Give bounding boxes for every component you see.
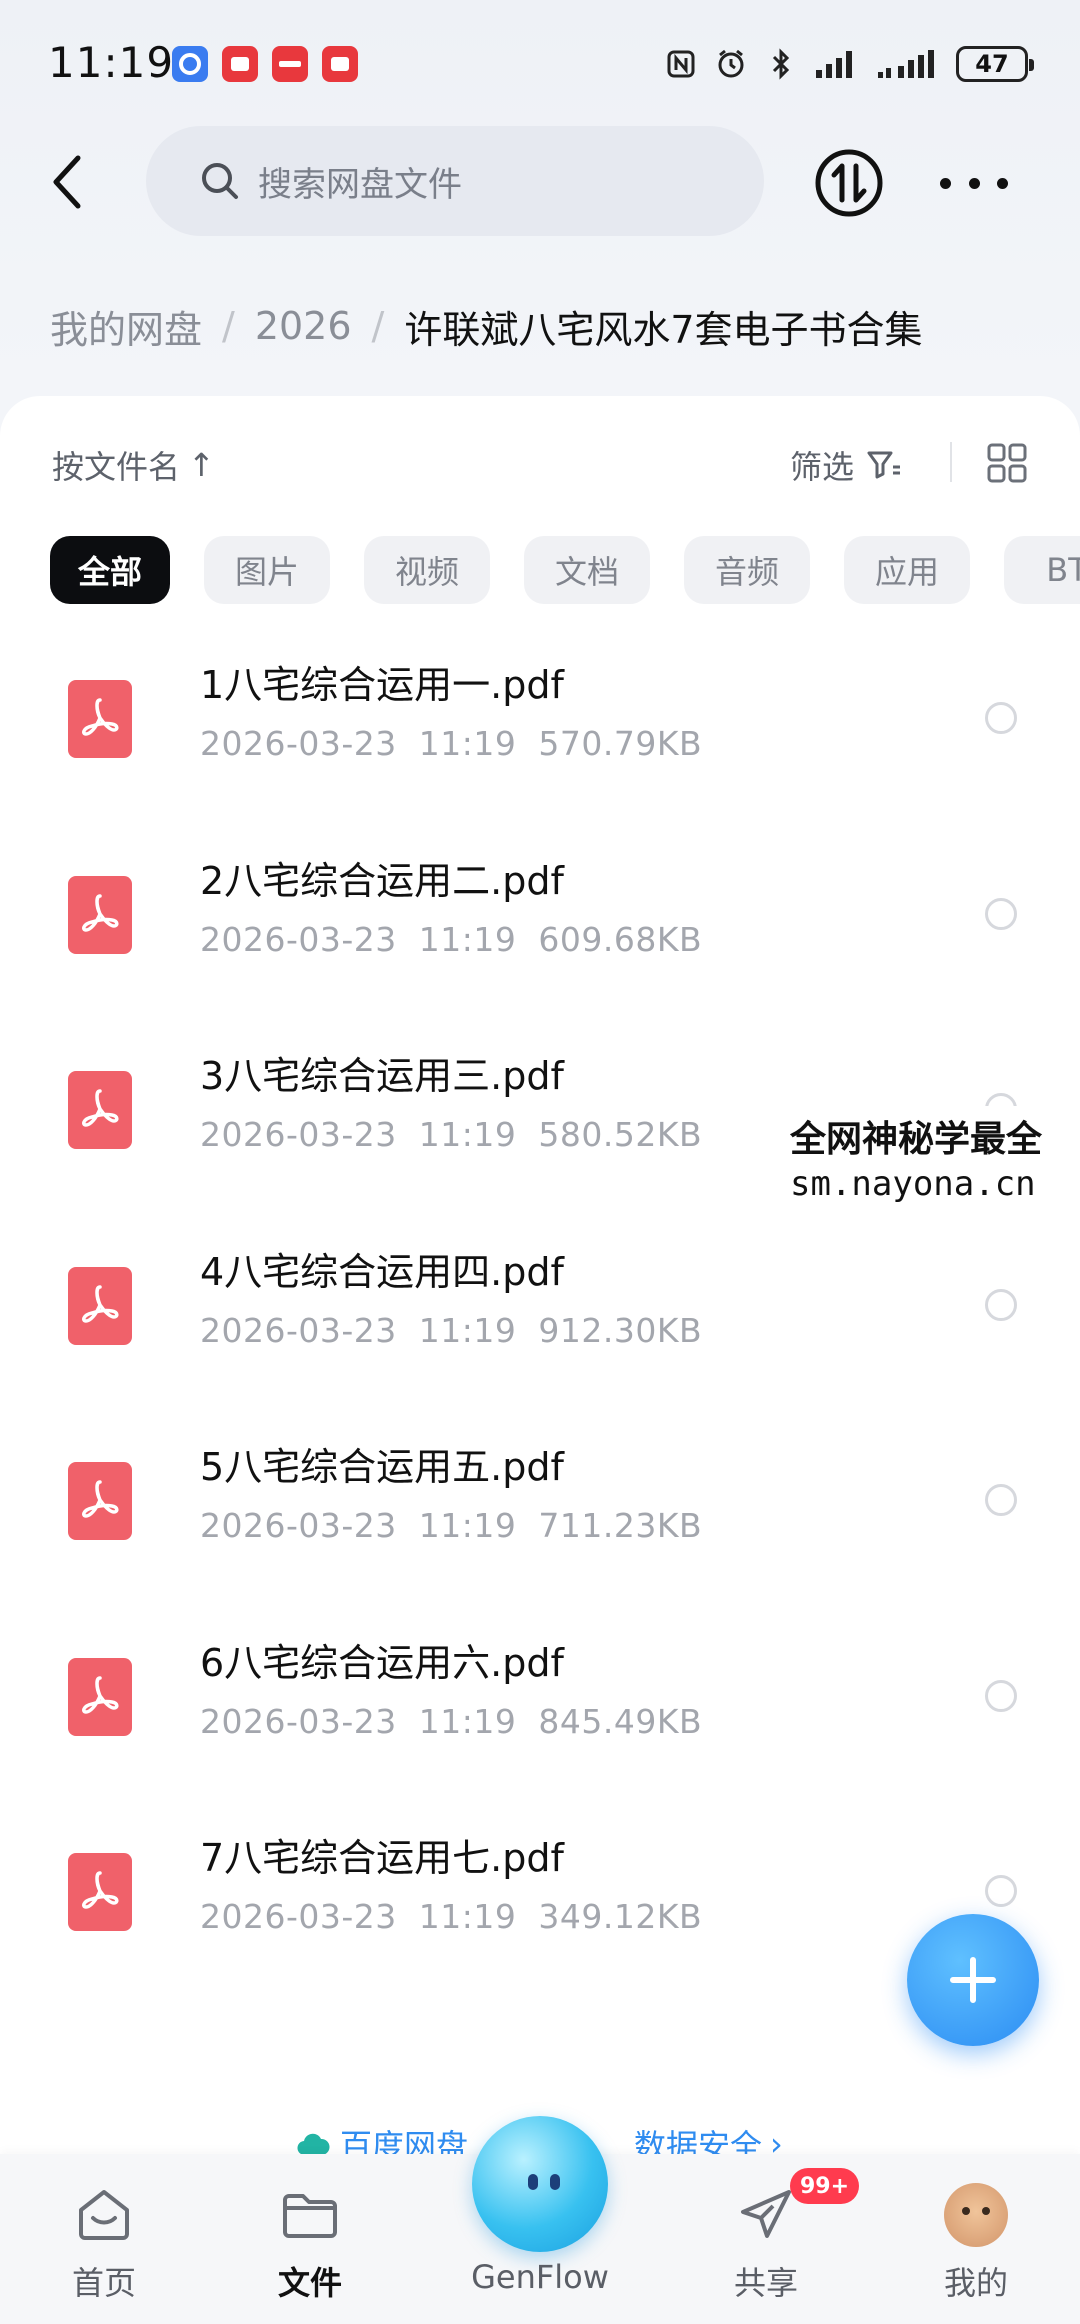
file-panel: 按文件名 ↑ 筛选 全部 图片 视频 文档 音频 应用 BT 1八宅综合运用一.pdf 20… [0,396,1080,2156]
tab-apps[interactable]: 应用 [844,536,971,604]
grid-icon [987,443,1027,483]
file-meta: 2026-03-23 11:19 845.49KB [200,1701,703,1741]
pdf-file-icon [68,1266,132,1345]
pdf-file-icon [68,875,132,954]
sort-label: 按文件名 [52,448,181,486]
file-meta: 2026-03-23 11:19 711.23KB [200,1506,703,1545]
nav-label: 共享 [733,2264,798,2302]
pdf-file-icon [68,1853,132,1931]
filter-button[interactable]: 筛选 [790,442,902,488]
bluetooth-icon [764,47,798,81]
file-meta: 2026-03-23 11:19 912.30KB [200,1310,703,1350]
xiaohongshu-icon [272,46,308,82]
qq-icon [172,46,208,82]
file-list: 1八宅综合运用一.pdf 2026-03-23 11:19 570.79KB 2… [0,632,1080,2001]
select-checkbox[interactable] [985,702,1017,734]
pdf-file-icon [68,1657,132,1736]
breadcrumb-item-root[interactable]: 我的网盘 [50,299,202,354]
list-item[interactable]: 4八宅综合运用四.pdf 2026-03-23 11:19 912.30KB [0,1219,1080,1415]
chevron-left-icon [53,155,81,209]
list-item[interactable]: 5八宅综合运用五.pdf 2026-03-23 11:19 711.23KB [0,1414,1080,1610]
watermark-overlay: 全网神秘学最全 sm.nayona.cn [782,1106,1080,1214]
back-button[interactable] [36,150,100,214]
nav-label: GenFlow [471,2258,609,2296]
breadcrumb-separator: / [371,304,385,348]
file-name: 7八宅综合运用七.pdf [200,1836,564,1880]
tab-images[interactable]: 图片 [204,536,331,604]
sort-button[interactable]: 按文件名 ↑ [52,442,215,488]
file-name: 4八宅综合运用四.pdf [200,1249,564,1294]
tab-audio[interactable]: 音频 [684,536,811,604]
nav-genflow[interactable]: GenFlow [460,2154,620,2324]
select-checkbox[interactable] [985,1288,1017,1321]
plus-icon [950,1957,996,2003]
file-name: 6八宅综合运用六.pdf [200,1640,564,1685]
folder-icon [277,2182,343,2248]
file-name: 2八宅综合运用二.pdf [200,858,564,903]
battery-indicator: 47 [956,46,1034,82]
send-icon [733,2182,799,2248]
filter-icon [867,451,901,479]
toolbar-divider [950,442,952,482]
file-meta: 2026-03-23 11:19 570.79KB [200,724,703,763]
add-button[interactable] [907,1914,1039,2046]
file-meta: 2026-03-23 11:19 580.52KB [200,1115,703,1154]
transfer-icon [815,149,883,217]
nav-profile[interactable]: 我的 [896,2154,1056,2324]
nav-home[interactable]: 首页 [24,2154,184,2324]
file-name: 3八宅综合运用三.pdf [200,1054,564,1098]
list-item[interactable]: 2八宅综合运用二.pdf 2026-03-23 11:19 609.68KB [0,828,1080,1024]
status-indicators: 47 [664,44,1034,84]
home-icon [71,2182,137,2248]
breadcrumb: 我的网盘 / 2026 / 许联斌八宅风水7套电子书合集 [50,298,923,354]
breadcrumb-item-year[interactable]: 2026 [255,304,352,348]
file-meta: 2026-03-23 11:19 609.68KB [200,919,703,959]
watermark-text: 全网神秘学最全 [790,1119,1043,1160]
search-input[interactable]: 搜索网盘文件 [146,126,764,236]
file-name: 5八宅综合运用五.pdf [200,1445,564,1489]
file-meta: 2026-03-23 11:19 349.12KB [200,1897,703,1936]
search-icon [202,163,238,199]
top-bar: 搜索网盘文件 [0,120,1080,244]
select-checkbox[interactable] [985,1484,1017,1516]
pdf-file-icon [68,1462,132,1540]
tab-documents[interactable]: 文档 [524,536,651,604]
grid-view-button[interactable] [986,442,1028,484]
signal-icon [876,47,940,81]
breadcrumb-current: 许联斌八宅风水7套电子书合集 [404,307,923,352]
more-options-button[interactable] [940,158,1008,208]
signal-icon [814,47,860,81]
nfc-icon [664,47,698,81]
tab-videos[interactable]: 视频 [364,536,491,604]
select-checkbox[interactable] [985,897,1017,930]
alarm-icon [714,47,748,81]
red-app-icon [222,46,258,82]
red-app-icon [322,46,358,82]
breadcrumb-separator: / [222,304,235,348]
nav-files[interactable]: 文件 [230,2154,390,2324]
select-checkbox[interactable] [985,1875,1017,1907]
tab-bt[interactable]: BT [1004,536,1080,604]
avatar [943,2182,1009,2248]
pdf-file-icon [68,680,132,758]
tab-all[interactable]: 全部 [50,536,171,604]
watermark-url: sm.nayona.cn [790,1164,1036,1204]
nav-label: 首页 [71,2264,136,2302]
list-item[interactable]: 1八宅综合运用一.pdf 2026-03-23 11:19 570.79KB [0,632,1080,828]
search-placeholder: 搜索网盘文件 [258,164,462,205]
bottom-nav: 首页 文件 GenFlow 共享 99+ 我的 [0,2116,1080,2324]
select-checkbox[interactable] [985,1679,1017,1712]
category-tabs: 全部 图片 视频 文档 音频 应用 BT [50,536,1080,606]
list-item[interactable]: 6八宅综合运用六.pdf 2026-03-23 11:19 845.49KB [0,1610,1080,1806]
file-name: 1八宅综合运用一.pdf [200,663,564,707]
nav-label: 文件 [277,2264,342,2302]
pdf-file-icon [68,1071,132,1149]
nav-label: 我的 [943,2264,1008,2302]
status-bar: 11:19 47 [0,0,1080,120]
status-time: 11:19 [48,38,175,87]
transfer-list-button[interactable] [812,146,886,220]
filter-label: 筛选 [790,448,855,486]
notification-badge: 99+ [790,2168,860,2204]
sort-arrow-icon: ↑ [188,446,215,484]
